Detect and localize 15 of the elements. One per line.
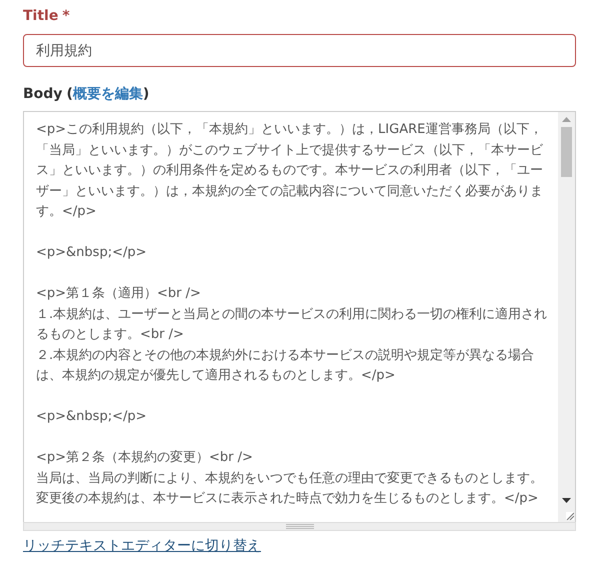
required-mark: * [62, 8, 70, 24]
parenthesis: ) [142, 86, 150, 102]
body-label: Body [23, 86, 62, 102]
edit-summary-link[interactable]: 概要を編集 [72, 86, 143, 102]
scrollbar[interactable] [558, 112, 575, 522]
switch-editor-link[interactable]: リッチテキストエディターに切り替え [23, 537, 261, 555]
drag-handle[interactable] [23, 522, 576, 531]
scroll-up-icon[interactable] [562, 117, 571, 122]
scroll-down-icon[interactable] [562, 498, 571, 503]
parenthesis: ( [66, 86, 73, 102]
grip-lines-icon[interactable] [286, 524, 314, 529]
title-label: Title [23, 8, 58, 24]
resize-grip-icon[interactable] [566, 512, 574, 520]
scrollbar-thumb[interactable] [561, 127, 572, 177]
title-input[interactable]: 利用規約 [23, 34, 576, 67]
